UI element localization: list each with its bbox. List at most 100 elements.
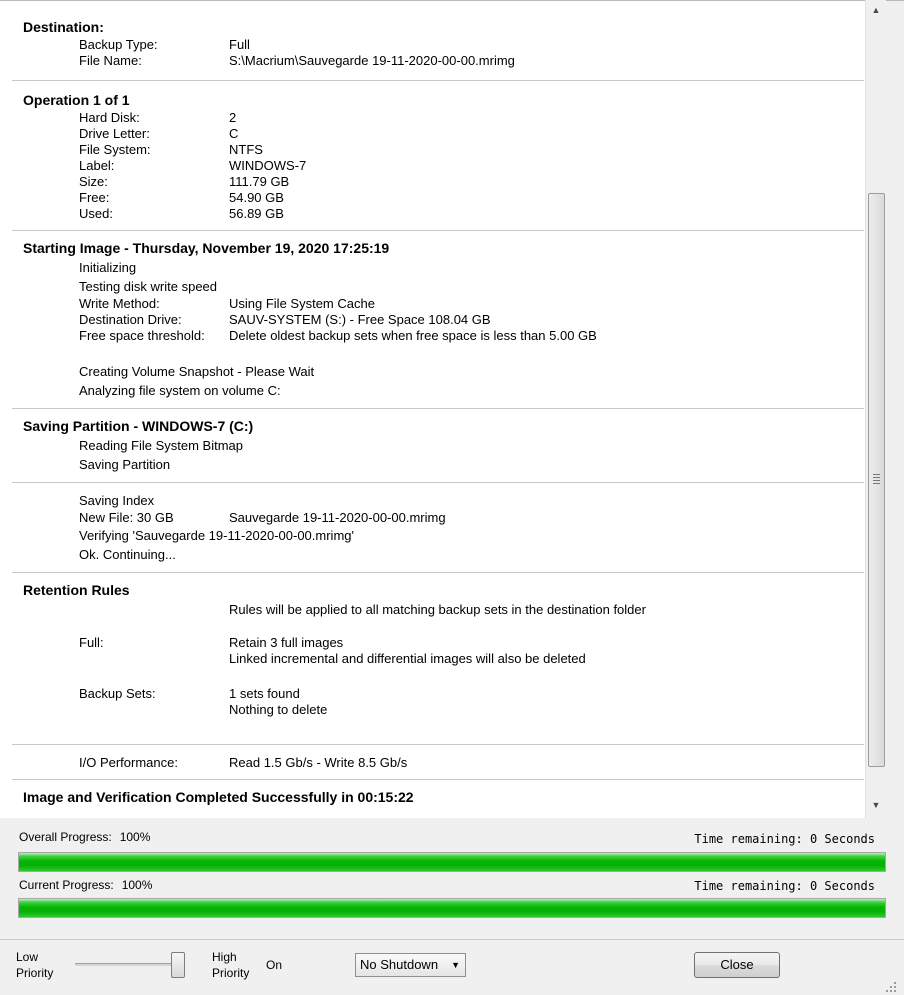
high-text: High <box>212 950 237 964</box>
log-panel: Destination: Backup Type: Full File Name:… <box>0 0 865 818</box>
starting-image-title: Starting Image - Thursday, November 19, … <box>23 240 390 256</box>
current-time-remaining: Time remaining: 0 Seconds <box>694 879 875 893</box>
overall-progress-bar <box>18 852 886 872</box>
scroll-up-icon[interactable]: ▲ <box>866 2 886 19</box>
destination-title: Destination: <box>23 19 104 35</box>
current-progress-label: Current Progress: 100% <box>19 878 152 892</box>
row-label: I/O Performance: <box>79 755 178 770</box>
row-label: File System: <box>79 142 151 157</box>
log-row: Free: 54.90 GB <box>0 190 865 206</box>
log-line: Testing disk write speed <box>79 279 218 294</box>
row-value: Full <box>229 37 250 52</box>
overall-progress-value: 100% <box>119 830 151 844</box>
current-progress-fill <box>19 899 885 917</box>
log-row: Nothing to delete <box>0 702 865 718</box>
low-priority-label: Low Priority <box>16 949 53 981</box>
priority-text: Priority <box>16 966 54 980</box>
row-value: 111.79 GB <box>229 174 290 189</box>
priority-slider-track[interactable] <box>75 963 185 966</box>
log-row: Backup Sets: 1 sets found <box>0 686 865 702</box>
completed-message: Image and Verification Completed Success… <box>23 789 414 805</box>
log-line: Saving Index <box>79 493 155 508</box>
log-row: Size: 111.79 GB <box>0 174 865 190</box>
overall-progress-fill <box>19 853 885 871</box>
row-label: File Name: <box>79 53 142 68</box>
divider <box>0 0 904 1</box>
overall-progress-label: Overall Progress: 100% <box>19 830 150 844</box>
row-value: 56.89 GB <box>229 206 284 221</box>
row-value: 2 <box>229 110 237 125</box>
row-value: Rules will be applied to all matching ba… <box>229 602 646 617</box>
operation-title: Operation 1 of 1 <box>23 92 130 108</box>
row-label: Free space threshold: <box>79 328 205 343</box>
overall-progress-text: Overall Progress: <box>19 830 112 844</box>
row-label: Hard Disk: <box>79 110 140 125</box>
log-row: File Name: S:\Macrium\Sauvegarde 19-11-20… <box>0 53 865 69</box>
row-value: 1 sets found <box>229 686 300 701</box>
log-scrollbar[interactable]: ▲ ▼ <box>865 0 886 818</box>
row-value: Sauvegarde 19-11-2020-00-00.mrimg <box>229 510 446 525</box>
row-value: SAUV-SYSTEM (S:) - Free Space 108.04 GB <box>229 312 491 327</box>
row-label: Full: <box>79 635 104 650</box>
row-value: Linked incremental and differential imag… <box>229 651 586 666</box>
row-label <box>79 702 229 718</box>
log-row: Write Method: Using File System Cache <box>0 296 865 312</box>
saving-partition-section: Saving Partition - WINDOWS-7 (C:) Readin… <box>0 417 865 474</box>
log-row: Used: 56.89 GB <box>0 206 865 222</box>
scroll-down-icon[interactable]: ▼ <box>866 797 886 814</box>
log-line: Reading File System Bitmap <box>79 438 244 453</box>
log-line: Saving Partition <box>79 457 171 472</box>
log-row: Drive Letter: C <box>0 126 865 142</box>
row-label: Used: <box>79 206 113 221</box>
current-progress-bar <box>18 898 886 918</box>
log-row: Linked incremental and differential imag… <box>0 651 865 667</box>
low-text: Low <box>16 950 39 964</box>
log-row: Destination Drive: SAUV-SYSTEM (S:) - Fre… <box>0 312 865 328</box>
saving-partition-title: Saving Partition - WINDOWS-7 (C:) <box>23 418 254 434</box>
log-line: Verifying 'Sauvegarde 19-11-2020-00-00.m… <box>79 528 354 543</box>
row-label: Size: <box>79 174 108 189</box>
row-value: WINDOWS-7 <box>229 158 307 173</box>
retention-title: Retention Rules <box>23 582 130 598</box>
log-row: New File: 30 GB Sauvegarde 19-11-2020-00-… <box>0 510 865 526</box>
log-row: Hard Disk: 2 <box>0 110 865 126</box>
shutdown-select[interactable]: No Shutdown ▼ <box>355 953 466 977</box>
log-line: Analyzing file system on volume C: <box>79 383 281 398</box>
log-row: Free space threshold: Delete oldest backu… <box>0 328 865 344</box>
high-priority-label: High Priority <box>212 949 249 981</box>
row-value: 54.90 GB <box>229 190 284 205</box>
priority-slider-thumb[interactable] <box>171 952 185 978</box>
log-row: File System: NTFS <box>0 142 865 158</box>
divider <box>0 939 904 940</box>
operation-section: Operation 1 of 1 Hard Disk: 2 Drive Lette… <box>0 91 865 222</box>
retention-section: Retention Rules Rules will be applied to… <box>0 581 865 718</box>
io-performance-row: I/O Performance: Read 1.5 Gb/s - Write 8.… <box>0 755 865 771</box>
current-progress-text: Current Progress: <box>19 878 114 892</box>
row-label: Label: <box>79 158 115 173</box>
log-line: Initializing <box>79 260 137 275</box>
log-row: Label: WINDOWS-7 <box>0 158 865 174</box>
chevron-down-icon: ▼ <box>451 960 460 970</box>
row-label: Destination Drive: <box>79 312 182 327</box>
scroll-thumb[interactable] <box>868 193 885 767</box>
row-value: Delete oldest backup sets when free spac… <box>229 328 597 343</box>
row-value: S:\Macrium\Sauvegarde 19-11-2020-00-00.m… <box>229 53 515 68</box>
resize-grip-icon[interactable] <box>884 980 898 994</box>
priority-text: Priority <box>212 966 250 980</box>
row-value: Retain 3 full images <box>229 635 344 650</box>
row-label: New File: 30 GB <box>79 510 174 525</box>
on-label: On <box>266 958 283 972</box>
row-label: Free: <box>79 190 110 205</box>
log-row: Full: Retain 3 full images <box>0 635 865 651</box>
row-label <box>79 600 229 619</box>
row-label: Drive Letter: <box>79 126 150 141</box>
close-button[interactable]: Close <box>694 952 780 978</box>
overall-time-remaining: Time remaining: 0 Seconds <box>694 832 875 846</box>
row-value: NTFS <box>229 142 263 157</box>
shutdown-value: No Shutdown <box>360 957 439 972</box>
current-progress-value: 100% <box>121 878 153 892</box>
log-row: Rules will be applied to all matching ba… <box>0 600 865 619</box>
log-line: Creating Volume Snapshot - Please Wait <box>79 364 315 379</box>
row-value: Using File System Cache <box>229 296 375 311</box>
starting-image-section: Starting Image - Thursday, November 19, … <box>0 239 865 400</box>
